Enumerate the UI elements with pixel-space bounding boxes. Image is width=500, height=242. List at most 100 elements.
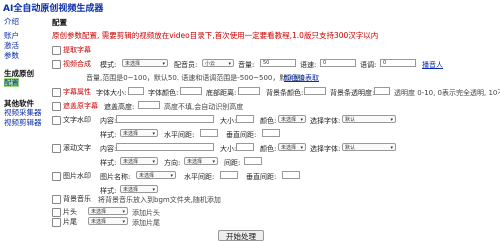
image-watermark-row: 图片水印 [52, 171, 91, 181]
scroll-direction-select[interactable]: 未选择 ▾ [184, 157, 218, 165]
chevron-down-icon: ▾ [152, 159, 155, 165]
scroll-content-label: 内容: [100, 145, 117, 153]
image-style-select[interactable]: 未选择 ▾ [120, 185, 158, 193]
bottom-distance-input[interactable] [238, 87, 260, 95]
voice-label: 视频合成 [63, 60, 91, 68]
watermark-size-input[interactable] [236, 115, 254, 123]
scroll-font-label: 选择字体: [310, 145, 341, 153]
start-process-button[interactable]: 开始处理 [218, 230, 264, 241]
color-table-link[interactable]: 颜色值表取 [284, 73, 319, 83]
scroll-style-select[interactable]: 未选择 ▾ [120, 157, 158, 165]
image-watermark-checkbox[interactable] [52, 171, 61, 181]
sidebar-item-intro[interactable]: 介绍 [4, 17, 19, 26]
outro-checkbox[interactable] [52, 217, 61, 227]
mode-label: 模式: [100, 61, 117, 69]
chevron-down-icon: ▾ [390, 117, 393, 123]
sidebar-item-activate[interactable]: 激活 [4, 41, 19, 50]
watermark-font-select[interactable]: 默认 ▾ [342, 115, 396, 123]
subtitle-label: 字幕属性 [63, 88, 91, 96]
volume-input[interactable]: 50 [260, 59, 296, 67]
pitch-label: 语调: [360, 61, 377, 69]
image-hspace-label: 水平间距: [184, 173, 215, 181]
watermark-color-select[interactable]: 未选择 ▾ [278, 115, 306, 123]
watermark-content-label: 内容: [100, 117, 117, 125]
sidebar-item-editor[interactable]: 视频剪辑器 [4, 118, 42, 127]
pitch-input[interactable]: 0 [380, 59, 416, 67]
sidebar-item-config[interactable]: 配置 [4, 78, 19, 87]
bgm-checkbox[interactable] [52, 194, 61, 204]
subtitle-checkbox[interactable] [52, 87, 61, 97]
voice-checkbox[interactable] [52, 59, 61, 69]
bg-alpha-input[interactable] [374, 87, 390, 95]
font-size-input[interactable] [128, 87, 144, 95]
watermark-label: 文字水印 [63, 116, 91, 124]
scroll-label: 滚动文字 [63, 144, 91, 152]
intro-label: 片头 [63, 208, 77, 216]
outro-row: 片尾 [52, 217, 77, 227]
mask-checkbox[interactable] [52, 101, 61, 111]
mask-label: 遮盖原字幕 [63, 102, 98, 110]
chevron-down-icon: ▾ [170, 173, 173, 179]
watermark-content-input[interactable] [116, 115, 214, 123]
watermark-vspace-input[interactable] [262, 129, 280, 137]
font-color-input[interactable] [180, 87, 202, 95]
sidebar: 介绍 账户 激活 参数 生成原创 配置 其他软件 视频采集器 视频剪辑器 [0, 12, 44, 241]
image-hspace-input[interactable] [220, 171, 238, 179]
scroll-color-select[interactable]: 未选择 ▾ [278, 143, 306, 151]
intro-select[interactable]: 未选择 ▾ [88, 207, 128, 215]
voice-actor-label: 配音员: [174, 61, 198, 69]
description-text: 原创参数配置, 需要剪辑的视频放在video目录下,首次使用一定要看教程,1.0… [52, 31, 379, 40]
scroll-checkbox[interactable] [52, 143, 61, 153]
sidebar-item-params[interactable]: 参数 [4, 51, 19, 60]
bottom-distance-label: 底部距离: [206, 89, 237, 97]
watermark-style-select[interactable]: 未选择 ▾ [120, 129, 158, 137]
intro-row: 片头 [52, 207, 77, 217]
outro-label: 片尾 [63, 218, 77, 226]
voice-actor-select[interactable]: 小云 ▾ [202, 59, 234, 67]
mask-height-input[interactable] [138, 101, 160, 109]
speed-input[interactable]: 0 [320, 59, 356, 67]
scroll-size-label: 大小: [220, 145, 237, 153]
extract-checkbox[interactable] [52, 45, 61, 55]
bg-color-label: 背景条颜色: [266, 89, 304, 97]
watermark-color-label: 颜色: [260, 117, 277, 125]
chevron-down-icon: ▾ [122, 219, 125, 225]
voice-row: 视频合成 [52, 59, 91, 69]
volume-label: 音量: [238, 61, 255, 69]
scroll-color-label: 颜色: [260, 145, 277, 153]
chevron-down-icon: ▾ [300, 117, 303, 123]
scroll-content-input[interactable] [116, 143, 214, 151]
chevron-down-icon: ▾ [152, 187, 155, 193]
image-vspace-input[interactable] [282, 171, 300, 179]
page-title: 配置 [52, 18, 67, 27]
scroll-size-input[interactable] [236, 143, 254, 151]
sidebar-item-account[interactable]: 账户 [4, 31, 19, 40]
sidebar-item-collector[interactable]: 视频采集器 [4, 108, 42, 117]
bgm-row: 背景音乐 [52, 194, 91, 204]
watermark-vspace-label: 垂直间距: [226, 131, 257, 139]
scroll-style-label: 样式: [100, 159, 117, 167]
mode-select[interactable]: 未选择 ▾ [122, 59, 168, 67]
mask-row: 遮盖原字幕 [52, 101, 98, 111]
watermark-hspace-input[interactable] [200, 129, 218, 137]
watermark-row: 文字水印 [52, 115, 91, 125]
bg-color-input[interactable] [304, 87, 326, 95]
voice-actor-link[interactable]: 播音人 [422, 60, 443, 70]
scroll-spacing-input[interactable] [244, 157, 262, 165]
chevron-down-icon: ▾ [152, 131, 155, 137]
watermark-checkbox[interactable] [52, 115, 61, 125]
bg-alpha-label: 背景条透明度: [330, 89, 375, 97]
extract-row: 提取字幕 [52, 45, 91, 55]
image-name-select[interactable]: 未选择 ▾ [136, 171, 176, 179]
chevron-down-icon: ▾ [212, 159, 215, 165]
image-vspace-label: 垂直间距: [246, 173, 277, 181]
scroll-font-select[interactable]: 默认 ▾ [342, 143, 396, 151]
chevron-down-icon: ▾ [122, 209, 125, 215]
chevron-down-icon: ▾ [162, 61, 165, 67]
scroll-row: 滚动文字 [52, 143, 91, 153]
bgm-label: 背景音乐 [63, 195, 91, 203]
outro-note: 添加片尾 [132, 219, 160, 227]
intro-checkbox[interactable] [52, 207, 61, 217]
outro-select[interactable]: 未选择 ▾ [88, 217, 128, 225]
image-name-label: 图片名称: [100, 173, 131, 181]
